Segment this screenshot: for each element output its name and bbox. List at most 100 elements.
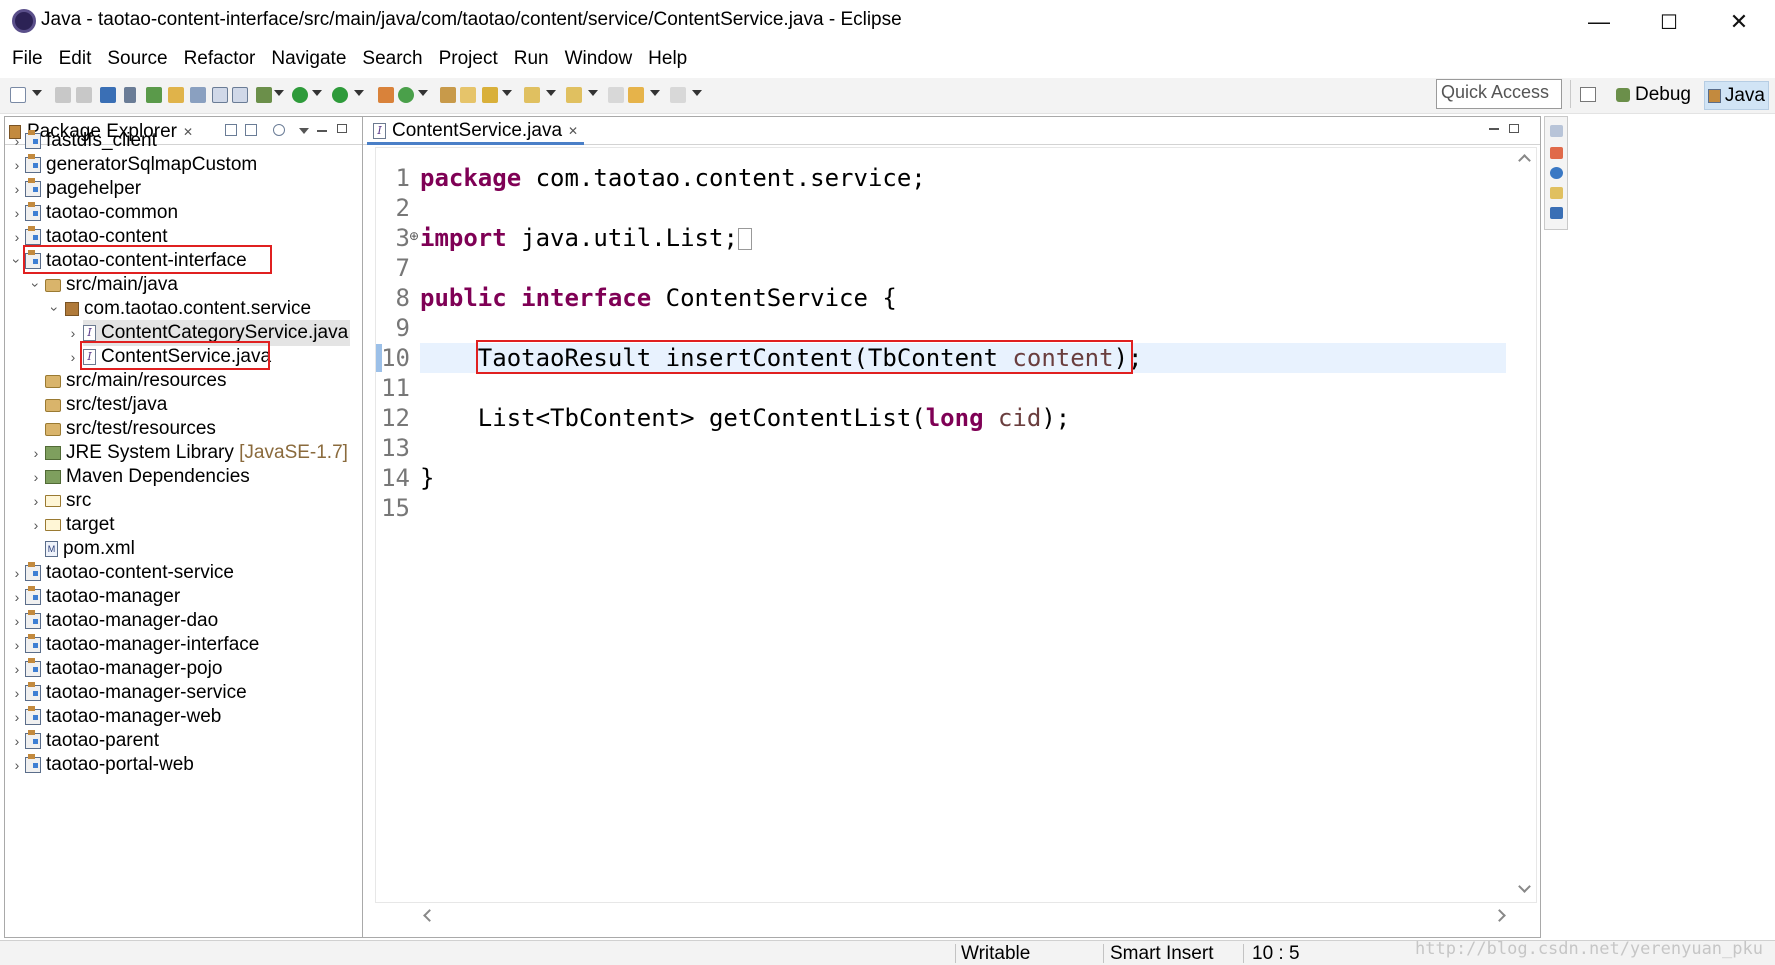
close-tab-icon[interactable]: ✕ (183, 125, 193, 139)
menu-window[interactable]: Window (557, 48, 641, 70)
expand-chevron-icon[interactable]: › (30, 440, 42, 466)
tree-item-project[interactable]: taotao-portal-web (25, 752, 194, 778)
minimize-view-icon[interactable] (317, 130, 327, 132)
tree-item-project[interactable]: taotao-common (25, 200, 178, 226)
minimize-editor-icon[interactable] (1489, 128, 1499, 130)
debug-dropdown-icon[interactable] (274, 90, 284, 96)
close-tab-icon[interactable]: ✕ (568, 124, 578, 138)
tree-item-project[interactable]: pagehelper (25, 176, 141, 202)
new-java-project-icon[interactable] (378, 87, 394, 103)
menu-edit[interactable]: Edit (51, 48, 100, 70)
expand-chevron-icon[interactable]: › (11, 560, 23, 586)
collapse-all-icon[interactable] (225, 124, 237, 136)
previous-annotation-dropdown-icon[interactable] (588, 90, 598, 96)
menu-file[interactable]: File (4, 48, 51, 70)
expand-chevron-icon[interactable]: › (67, 320, 79, 346)
expand-chevron-icon[interactable]: › (11, 128, 23, 154)
debug-run-icon[interactable] (256, 87, 272, 103)
back-icon[interactable] (628, 87, 644, 103)
expand-chevron-icon[interactable]: › (30, 464, 42, 490)
menu-run[interactable]: Run (506, 48, 557, 70)
tree-item-project[interactable]: taotao-manager (25, 584, 180, 610)
tree-item-project[interactable]: taotao-content (25, 224, 167, 250)
console-icon[interactable] (1550, 207, 1563, 219)
forward-icon[interactable] (670, 87, 686, 103)
external-tools-dropdown-icon[interactable] (354, 90, 364, 96)
expand-chevron-icon[interactable]: › (11, 728, 23, 754)
mark-occurrences-icon[interactable] (190, 87, 206, 103)
next-annotation-dropdown-icon[interactable] (546, 90, 556, 96)
tree-item-source-folder[interactable]: src/test/java (45, 392, 167, 418)
expand-chevron-icon[interactable]: › (11, 632, 23, 658)
tree-item-project[interactable]: taotao-manager-web (25, 704, 221, 730)
new-icon[interactable] (10, 87, 26, 103)
close-button[interactable]: ✕ (1704, 0, 1774, 44)
scroll-down-icon[interactable] (1518, 880, 1531, 893)
quick-access-input[interactable]: Quick Access (1436, 79, 1562, 109)
declaration-icon[interactable] (1550, 187, 1563, 199)
run-icon[interactable] (292, 87, 308, 103)
show-whitespace-icon[interactable] (232, 87, 248, 103)
restore-icon[interactable] (1550, 125, 1563, 137)
expand-chevron-icon[interactable]: › (11, 152, 23, 178)
block-selection-icon[interactable] (212, 87, 228, 103)
skip-breakpoints-icon[interactable] (124, 87, 136, 103)
menu-source[interactable]: Source (99, 48, 175, 70)
folded-code-box[interactable] (737, 228, 752, 250)
java-perspective-button[interactable]: Java (1704, 81, 1769, 110)
last-edit-icon[interactable] (608, 87, 624, 103)
tree-item-java-file[interactable]: I ContentCategoryService.java (83, 320, 351, 346)
tree-item-project[interactable]: taotao-manager-pojo (25, 656, 222, 682)
tree-item-folder[interactable]: target (45, 512, 115, 538)
back-dropdown-icon[interactable] (650, 90, 660, 96)
expand-chevron-icon[interactable]: › (11, 704, 23, 730)
next-annotation-icon[interactable] (524, 87, 540, 103)
forward-dropdown-icon[interactable] (692, 90, 702, 96)
search-dropdown-icon[interactable] (502, 90, 512, 96)
toggle-ant-icon[interactable] (146, 87, 162, 103)
menu-help[interactable]: Help (640, 48, 695, 70)
focus-icon[interactable] (273, 124, 285, 136)
new-class-icon[interactable] (398, 87, 414, 103)
expand-chevron-icon[interactable]: › (11, 224, 23, 250)
view-menu-icon[interactable] (299, 128, 309, 134)
link-with-editor-icon[interactable] (245, 124, 257, 136)
search-icon[interactable] (482, 87, 498, 103)
tree-item-project[interactable]: fastdfs_client (25, 128, 157, 154)
menu-search[interactable]: Search (354, 48, 430, 70)
save-icon[interactable] (55, 87, 71, 103)
problems-icon[interactable] (1550, 147, 1563, 159)
editor-tab-contentservice[interactable]: I ContentService.java ✕ (367, 119, 585, 145)
terminal-icon[interactable] (100, 87, 116, 103)
tree-item-java-file[interactable]: I ContentService.java (83, 344, 271, 370)
maximize-view-icon[interactable] (337, 124, 347, 133)
open-type-icon[interactable] (440, 87, 456, 103)
run-dropdown-icon[interactable] (312, 90, 322, 96)
expand-chevron-icon[interactable]: › (11, 176, 23, 202)
new-class-dropdown-icon[interactable] (418, 90, 428, 96)
scroll-right-icon[interactable] (1493, 909, 1506, 922)
vertical-scrollbar[interactable] (1512, 148, 1538, 904)
minimize-button[interactable]: — (1564, 0, 1634, 44)
tree-item-package[interactable]: com.taotao.content.service (65, 296, 311, 322)
tree-item-library[interactable]: JRE System Library [JavaSE-1.7] (45, 440, 348, 466)
tree-item-library[interactable]: Maven Dependencies (45, 464, 250, 490)
scroll-left-icon[interactable] (423, 909, 436, 922)
tree-item-project[interactable]: generatorSqlmapCustom (25, 152, 257, 178)
tree-item-project[interactable]: taotao-manager-dao (25, 608, 218, 634)
edit-icon[interactable] (168, 87, 184, 103)
menu-refactor[interactable]: Refactor (176, 48, 264, 70)
tree-item-source-folder[interactable]: src/main/resources (45, 368, 227, 394)
open-task-icon[interactable] (460, 87, 476, 103)
expand-chevron-icon[interactable]: › (11, 200, 23, 226)
tree-item-project[interactable]: taotao-parent (25, 728, 159, 754)
tree-item-source-folder[interactable]: src/test/resources (45, 416, 216, 442)
tree-item-project[interactable]: taotao-content-interface (25, 248, 247, 274)
expand-chevron-icon[interactable]: › (11, 608, 23, 634)
tree-item-project[interactable]: taotao-manager-interface (25, 632, 259, 658)
save-all-icon[interactable] (76, 87, 92, 103)
new-dropdown-icon[interactable] (32, 90, 42, 96)
fold-expand-icon[interactable]: ⊕ (409, 229, 419, 243)
code-area[interactable]: 1 2 3 ⊕ 7 8 9 10 11 12 13 14 15 package … (375, 147, 1537, 903)
expand-chevron-icon[interactable]: › (30, 488, 42, 514)
